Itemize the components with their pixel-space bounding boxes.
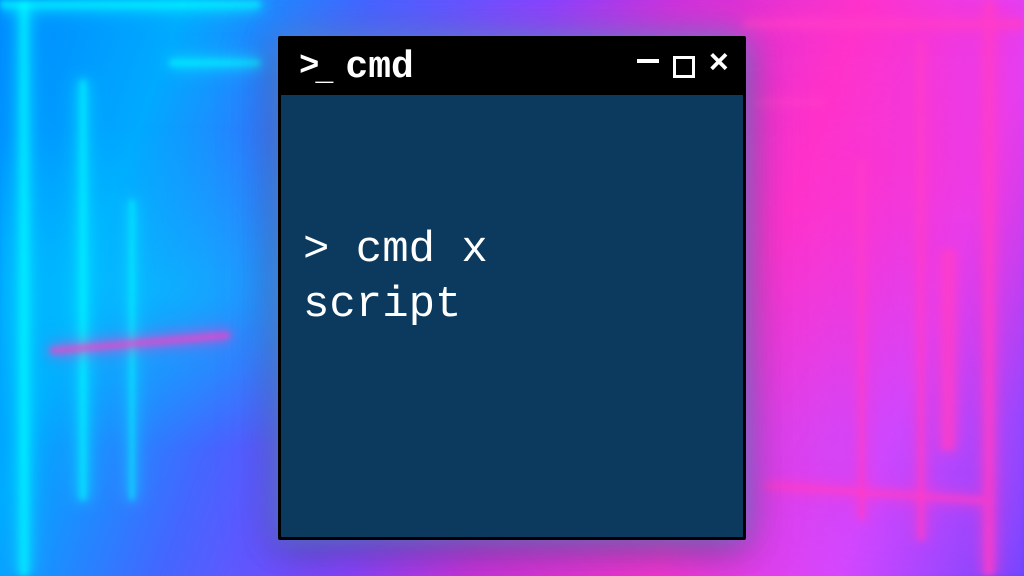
bg-stripe	[0, 0, 260, 8]
bg-stripe	[942, 250, 954, 450]
bg-stripe	[20, 0, 28, 576]
terminal-body[interactable]: > cmd xscript	[281, 95, 743, 537]
bg-stripe	[170, 60, 260, 66]
command-line: script	[303, 278, 721, 333]
bg-stripe	[130, 200, 134, 500]
titlebar[interactable]: >_ cmd ×	[281, 39, 743, 95]
bg-stripe	[754, 100, 824, 105]
bg-stripe	[984, 0, 994, 576]
maximize-button[interactable]	[673, 56, 695, 78]
bg-stripe	[50, 332, 230, 354]
bg-stripe	[859, 160, 864, 520]
minimize-button[interactable]	[637, 59, 659, 63]
close-button[interactable]: ×	[709, 48, 729, 82]
command-line: > cmd x	[303, 223, 721, 278]
terminal-icon: >_	[299, 48, 331, 86]
bg-stripe	[918, 40, 924, 540]
bg-stripe	[764, 482, 984, 503]
window-controls: ×	[637, 50, 729, 84]
bg-stripe	[80, 80, 86, 500]
window-title: cmd	[345, 46, 632, 89]
terminal-window[interactable]: >_ cmd × > cmd xscript	[278, 36, 746, 540]
bg-stripe	[744, 20, 1024, 28]
